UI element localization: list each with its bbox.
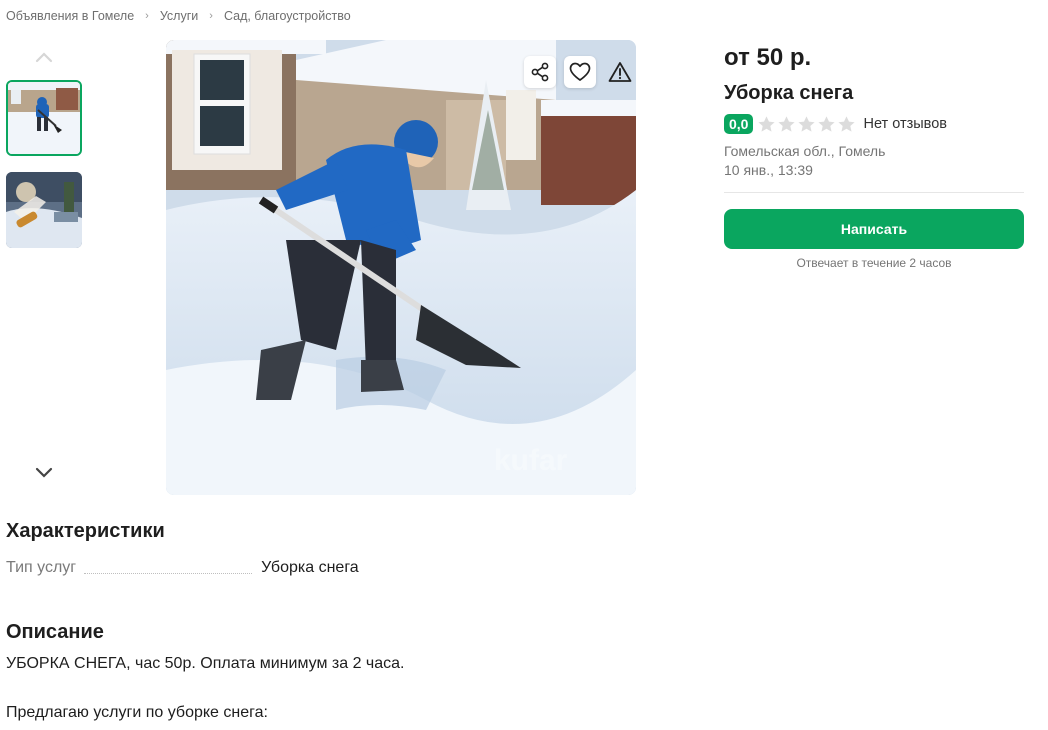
price: от 50 р. [724, 44, 812, 71]
divider [724, 192, 1024, 193]
chevron-down-icon [35, 467, 53, 478]
spec-value: Уборка снега [261, 559, 359, 576]
report-button[interactable] [604, 56, 636, 88]
thumbnail-strip [6, 40, 82, 500]
spec-dots [84, 573, 253, 574]
thumbnail-2[interactable] [6, 172, 82, 248]
favorite-button[interactable] [564, 56, 596, 88]
specs-heading: Характеристики [6, 520, 165, 542]
spec-key: Тип услуг [6, 559, 77, 576]
chevron-right-icon: › [145, 10, 149, 22]
write-message-button[interactable]: Написать [724, 209, 1024, 249]
star-icon [838, 115, 856, 132]
star-icon [818, 115, 836, 132]
breadcrumb: Объявления в Гомеле › Услуги › Сад, благ… [6, 9, 351, 23]
warning-icon [608, 62, 632, 82]
rating-stars [757, 115, 857, 134]
star-icon [798, 115, 816, 132]
breadcrumb-item-garden[interactable]: Сад, благоустройство [224, 9, 351, 23]
spec-row: Тип услуг Уборка снега [6, 559, 359, 577]
share-icon [531, 62, 549, 82]
reviews-link[interactable]: Нет отзывов [863, 116, 947, 132]
description-line: УБОРКА СНЕГА, час 50р. Оплата минимум за… [6, 655, 405, 672]
thumbnail-1[interactable] [6, 80, 82, 156]
thumbnail-scroll-up-button[interactable] [6, 44, 82, 70]
posted-date: 10 янв., 13:39 [724, 162, 813, 178]
listing-title: Уборка снега [724, 82, 854, 104]
thumbnail-scroll-down-button[interactable] [6, 460, 82, 486]
description-line: Предлагаю услуги по уборке снега: [6, 704, 268, 721]
photo-actions [524, 56, 636, 88]
star-icon [758, 115, 776, 132]
rating-badge: 0,0 [724, 114, 754, 134]
description-heading: Описание [6, 621, 104, 643]
listing-summary: от 50 р. Уборка снега 0,0 Нет отзывов Го… [724, 40, 1024, 270]
rating-row: 0,0 Нет отзывов [724, 114, 1024, 134]
heart-icon [569, 62, 591, 81]
star-icon [778, 115, 796, 132]
svg-text:kufar: kufar [494, 444, 568, 477]
share-button[interactable] [524, 56, 556, 88]
breadcrumb-item-services[interactable]: Услуги [160, 9, 198, 23]
chevron-right-icon: › [209, 10, 213, 22]
main-photo[interactable]: kufar [166, 40, 636, 495]
reply-time-note: Отвечает в течение 2 часов [796, 256, 952, 270]
chevron-up-icon [35, 52, 53, 63]
main-photo-image: kufar [166, 40, 636, 495]
location: Гомельская обл., Гомель [724, 143, 886, 159]
breadcrumb-item-ads-gomel[interactable]: Объявления в Гомеле [6, 9, 134, 23]
